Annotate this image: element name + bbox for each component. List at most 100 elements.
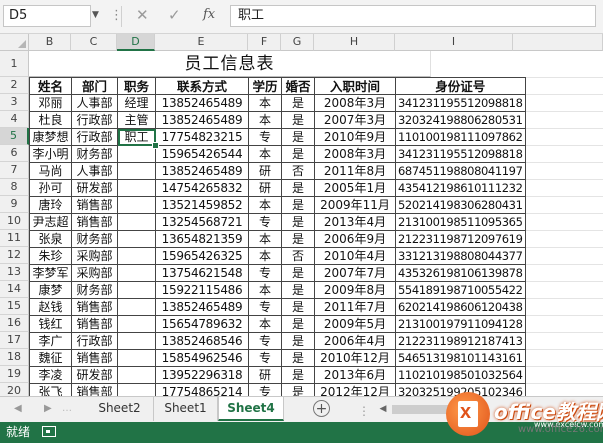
row-header-6[interactable]: 6 xyxy=(0,145,29,162)
cell-name[interactable]: 尹志超 xyxy=(29,213,72,231)
cell-phone[interactable]: 13852465489 xyxy=(155,111,249,129)
cell-married[interactable]: 是 xyxy=(281,349,315,367)
cell-department[interactable]: 采购部 xyxy=(71,264,118,282)
cell-department[interactable]: 人事部 xyxy=(71,162,118,180)
cell-married[interactable]: 是 xyxy=(281,383,315,396)
row-header-15[interactable]: 15 xyxy=(0,298,29,315)
header-married[interactable]: 婚否 xyxy=(281,77,315,95)
cell-phone[interactable]: 13254568721 xyxy=(155,213,249,231)
tab-more-icon[interactable]: … xyxy=(62,403,72,414)
cell-department[interactable]: 研发部 xyxy=(71,366,118,384)
cell-hire-date[interactable]: 2007年3月 xyxy=(314,111,396,129)
column-header-i[interactable]: I xyxy=(395,34,513,51)
tab-sheet1[interactable]: Sheet1 xyxy=(154,397,218,421)
cell-position[interactable]: 主管 xyxy=(117,111,156,129)
row-header-3[interactable]: 3 xyxy=(0,94,29,111)
cell-id-number[interactable]: 213100197911094128 xyxy=(395,315,526,333)
scroll-left-icon[interactable]: ◀ xyxy=(376,402,390,417)
cell-married[interactable]: 是 xyxy=(281,230,315,248)
cell-married[interactable]: 是 xyxy=(281,196,315,214)
row-header-18[interactable]: 18 xyxy=(0,349,29,366)
cell-hire-date[interactable]: 2011年7月 xyxy=(314,298,396,316)
cell-department[interactable]: 财务部 xyxy=(71,281,118,299)
cell-id-number[interactable]: 435412198610111232 xyxy=(395,179,526,197)
cell-education[interactable]: 专 xyxy=(248,349,282,367)
column-header-b[interactable]: B xyxy=(29,34,71,51)
cell-education[interactable]: 本 xyxy=(248,315,282,333)
cell-id-number[interactable]: 620214198606120438 xyxy=(395,298,526,316)
row-header-8[interactable]: 8 xyxy=(0,179,29,196)
cell-name[interactable]: 李广 xyxy=(29,332,72,350)
cell-phone[interactable]: 13852468546 xyxy=(155,332,249,350)
cell-name[interactable]: 康梦 xyxy=(29,281,72,299)
cell-name[interactable]: 邓丽 xyxy=(29,94,72,112)
cell-married[interactable]: 否 xyxy=(281,162,315,180)
cell-married[interactable]: 是 xyxy=(281,366,315,384)
add-sheet-button[interactable]: + xyxy=(313,400,330,417)
cell-hire-date[interactable]: 2009年11月 xyxy=(314,196,396,214)
cell-education[interactable]: 本 xyxy=(248,94,282,112)
cell-id-number[interactable]: 687451198808041197 xyxy=(395,162,526,180)
cell-phone[interactable]: 13852465489 xyxy=(155,94,249,112)
empty-cells-row-1[interactable] xyxy=(431,51,603,78)
cell-married[interactable]: 是 xyxy=(281,94,315,112)
header-department[interactable]: 部门 xyxy=(71,77,118,95)
formula-input[interactable]: 职工 xyxy=(230,5,596,27)
cell-phone[interactable]: 17754865214 xyxy=(155,383,249,396)
cell-department[interactable]: 销售部 xyxy=(71,383,118,396)
cell-department[interactable]: 销售部 xyxy=(71,196,118,214)
cell-department[interactable]: 销售部 xyxy=(71,213,118,231)
cell-education[interactable]: 本 xyxy=(248,281,282,299)
cell-name[interactable]: 杜良 xyxy=(29,111,72,129)
cell-position[interactable]: 经理 xyxy=(117,94,156,112)
cell-position[interactable] xyxy=(117,281,156,299)
worksheet-grid[interactable]: BCDEFGHI 1 2 3 4 5 6 7 8 9 10 11 12 13 14 15 16 17 18 19 20… xyxy=(0,34,603,396)
row-header-12[interactable]: 12 xyxy=(0,247,29,264)
cell-phone[interactable]: 13852465489 xyxy=(155,162,249,180)
column-header-g[interactable]: G xyxy=(281,34,314,51)
cell-name[interactable]: 康梦想 xyxy=(29,128,72,146)
cell-department[interactable]: 行政部 xyxy=(71,332,118,350)
cell-hire-date[interactable]: 2012年12月 xyxy=(314,383,396,396)
name-box-dropdown-icon[interactable]: ▼ xyxy=(92,10,99,20)
cell-name[interactable]: 魏征 xyxy=(29,349,72,367)
cell-phone[interactable]: 15965426325 xyxy=(155,247,249,265)
header-phone[interactable]: 联系方式 xyxy=(155,77,249,95)
cell-hire-date[interactable]: 2011年8月 xyxy=(314,162,396,180)
cell-hire-date[interactable]: 2007年7月 xyxy=(314,264,396,282)
cell-phone[interactable]: 15922115486 xyxy=(155,281,249,299)
cell-position[interactable] xyxy=(117,264,156,282)
cell-married[interactable]: 是 xyxy=(281,315,315,333)
cell-id-number[interactable]: 213100198511095365 xyxy=(395,213,526,231)
column-header-h[interactable]: H xyxy=(314,34,395,51)
cell-id-number[interactable]: 520214198306280431 xyxy=(395,196,526,214)
cell-hire-date[interactable]: 2006年9月 xyxy=(314,230,396,248)
cell-id-number[interactable]: 546513198101143161 xyxy=(395,349,526,367)
row-header-9[interactable]: 9 xyxy=(0,196,29,213)
cell-hire-date[interactable]: 2013年4月 xyxy=(314,213,396,231)
cell-position[interactable] xyxy=(117,332,156,350)
cell-married[interactable]: 是 xyxy=(281,264,315,282)
cell-position[interactable] xyxy=(117,298,156,316)
cell-phone[interactable]: 13654821359 xyxy=(155,230,249,248)
column-header-f[interactable]: F xyxy=(248,34,281,51)
cell-name[interactable]: 张泉 xyxy=(29,230,72,248)
cell-id-number[interactable]: 110100198111097862 xyxy=(395,128,526,146)
cell-married[interactable]: 是 xyxy=(281,213,315,231)
cell-position[interactable] xyxy=(117,349,156,367)
row-header-17[interactable]: 17 xyxy=(0,332,29,349)
cell-education[interactable]: 本 xyxy=(248,145,282,163)
header-hire-date[interactable]: 入职时间 xyxy=(314,77,396,95)
row-header-19[interactable]: 19 xyxy=(0,366,29,383)
cell-hire-date[interactable]: 2005年1月 xyxy=(314,179,396,197)
cell-phone[interactable]: 14754265832 xyxy=(155,179,249,197)
cell-married[interactable]: 否 xyxy=(281,247,315,265)
cell-department[interactable]: 财务部 xyxy=(71,230,118,248)
cancel-entry-icon[interactable]: ✕ xyxy=(136,6,149,24)
cell-education[interactable]: 本 xyxy=(248,247,282,265)
cell-position[interactable] xyxy=(117,366,156,384)
cell-name[interactable]: 李凌 xyxy=(29,366,72,384)
cell-phone[interactable]: 13521459852 xyxy=(155,196,249,214)
cell-name[interactable]: 钱红 xyxy=(29,315,72,333)
cell-id-number[interactable]: 110210198501032564 xyxy=(395,366,526,384)
